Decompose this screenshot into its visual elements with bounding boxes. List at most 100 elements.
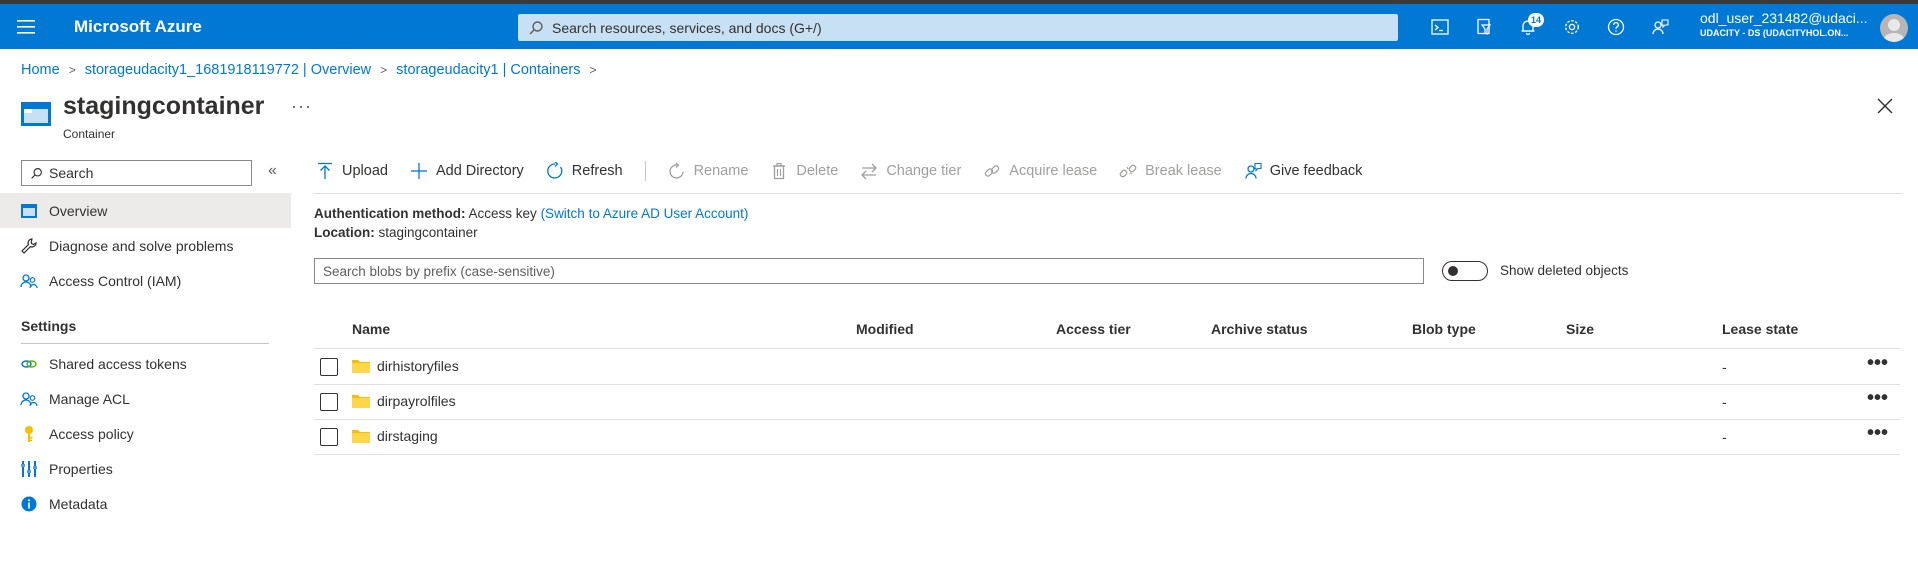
chevron-right-icon: > xyxy=(380,63,388,77)
upload-button[interactable]: Upload xyxy=(316,162,388,180)
give-feedback-button[interactable]: Give feedback xyxy=(1244,162,1362,180)
column-header-blob-type[interactable]: Blob type xyxy=(1412,321,1476,337)
directory-filter-button[interactable] xyxy=(1462,4,1506,49)
top-icon-group: 14 xyxy=(1418,4,1682,49)
row-more-button[interactable]: ••• xyxy=(1867,387,1888,410)
table-row[interactable]: dirhistoryfiles - ••• xyxy=(314,349,1900,384)
row-checkbox[interactable] xyxy=(320,358,338,376)
row-more-button[interactable]: ••• xyxy=(1867,352,1888,375)
break-lease-button[interactable]: Break lease xyxy=(1119,162,1222,180)
upload-icon xyxy=(318,162,332,179)
acquire-lease-label: Acquire lease xyxy=(1009,163,1098,179)
people-icon xyxy=(20,272,38,290)
sidebar-item-diagnose[interactable]: Diagnose and solve problems xyxy=(0,228,291,263)
upload-label: Upload xyxy=(342,163,388,179)
sidebar-item-label: Access policy xyxy=(49,425,134,442)
refresh-label: Refresh xyxy=(571,163,623,179)
broken-link-icon xyxy=(1119,164,1137,178)
sidebar-item-label: Manage ACL xyxy=(49,390,130,407)
sidebar-item-overview[interactable]: Overview xyxy=(0,193,291,228)
sidebar-item-iam[interactable]: Access Control (IAM) xyxy=(0,263,291,298)
collapse-menu-button[interactable]: « xyxy=(268,162,277,180)
row-checkbox[interactable] xyxy=(320,393,338,411)
lease-state-value: - xyxy=(1722,359,1727,375)
trash-icon xyxy=(773,162,786,180)
sidebar-item-manage-acl[interactable]: Manage ACL xyxy=(0,381,291,416)
more-actions-button[interactable]: ··· xyxy=(291,96,312,117)
folder-name[interactable]: dirstaging xyxy=(377,428,438,444)
column-header-size[interactable]: Size xyxy=(1566,321,1594,337)
properties-icon xyxy=(20,460,38,478)
command-bar: Upload Add Directory Refresh Rename Dele… xyxy=(316,159,1384,183)
folder-name[interactable]: dirpayrolfiles xyxy=(377,393,456,409)
column-header-archive-status[interactable]: Archive status xyxy=(1211,321,1307,337)
close-icon[interactable] xyxy=(1876,97,1894,115)
page-header: stagingcontainer Container ··· xyxy=(21,90,1901,141)
row-checkbox[interactable] xyxy=(320,428,338,446)
refresh-button[interactable]: Refresh xyxy=(546,162,623,180)
acquire-lease-button[interactable]: Acquire lease xyxy=(983,162,1097,180)
feedback-button[interactable] xyxy=(1638,4,1682,49)
delete-button[interactable]: Delete xyxy=(770,162,838,180)
location-label: Location: xyxy=(314,225,375,240)
settings-button[interactable] xyxy=(1550,4,1594,49)
global-search-input[interactable]: Search resources, services, and docs (G+… xyxy=(518,14,1398,41)
column-header-access-tier[interactable]: Access tier xyxy=(1056,321,1131,337)
sidebar-item-label: Properties xyxy=(49,460,113,477)
rename-button[interactable]: Rename xyxy=(668,162,748,180)
hamburger-icon xyxy=(17,19,35,34)
add-directory-label: Add Directory xyxy=(435,163,524,179)
table-row[interactable]: dirstaging - ••• xyxy=(314,419,1900,454)
settings-divider xyxy=(21,343,269,344)
swap-arrows-icon xyxy=(861,163,878,180)
refresh-icon xyxy=(546,162,563,179)
blob-prefix-search-input[interactable]: Search blobs by prefix (case-sensitive) xyxy=(314,258,1424,284)
column-header-lease-state[interactable]: Lease state xyxy=(1722,321,1798,337)
row-divider xyxy=(314,454,1900,455)
search-icon xyxy=(31,167,42,179)
breadcrumb-storage-overview[interactable]: storageudacity1_1681918119772 | Overview xyxy=(85,62,371,78)
sidebar-item-properties[interactable]: Properties xyxy=(0,451,291,486)
terminal-icon xyxy=(1431,18,1449,35)
sidebar-item-shared-access-tokens[interactable]: Shared access tokens xyxy=(0,346,291,381)
container-icon xyxy=(21,102,51,126)
avatar[interactable] xyxy=(1880,14,1908,42)
breadcrumb: Home > storageudacity1_1681918119772 | O… xyxy=(21,62,606,78)
change-tier-button[interactable]: Change tier xyxy=(860,162,961,180)
portal-menu-button[interactable] xyxy=(0,4,52,49)
sidebar-item-metadata[interactable]: Metadata xyxy=(0,486,291,521)
show-deleted-toggle[interactable] xyxy=(1442,261,1488,281)
account-menu[interactable]: odl_user_231482@udaci... UDACITY - DS (U… xyxy=(1700,10,1875,38)
menu-search-input[interactable]: Search xyxy=(21,160,252,186)
page-title: stagingcontainer xyxy=(63,92,265,120)
chevron-right-icon: > xyxy=(68,63,76,77)
help-button[interactable] xyxy=(1594,4,1638,49)
settings-heading: Settings xyxy=(21,318,77,334)
breadcrumb-home[interactable]: Home xyxy=(21,62,60,78)
info-icon xyxy=(20,495,38,513)
folder-icon xyxy=(352,395,370,408)
page-subtitle: Container xyxy=(63,127,116,141)
notifications-button[interactable]: 14 xyxy=(1506,4,1550,49)
key-icon xyxy=(20,425,38,443)
add-directory-button[interactable]: Add Directory xyxy=(410,162,524,180)
plus-icon xyxy=(410,163,427,179)
people-icon xyxy=(20,390,38,408)
search-icon xyxy=(529,20,543,34)
table-row[interactable]: dirpayrolfiles - ••• xyxy=(314,384,1900,419)
sidebar-item-label: Access Control (IAM) xyxy=(49,272,182,289)
column-header-modified[interactable]: Modified xyxy=(856,321,914,337)
link-icon xyxy=(985,165,1000,177)
cloud-shell-button[interactable] xyxy=(1418,4,1462,49)
blob-search-placeholder: Search blobs by prefix (case-sensitive) xyxy=(323,263,555,279)
account-directory: UDACITY - DS (UDACITYHOL.ON... xyxy=(1700,28,1849,38)
row-more-button[interactable]: ••• xyxy=(1867,422,1888,445)
breadcrumb-containers[interactable]: storageudacity1 | Containers xyxy=(396,62,580,78)
auth-method-label: Authentication method: xyxy=(314,206,466,221)
switch-auth-link[interactable]: (Switch to Azure AD User Account) xyxy=(541,206,749,221)
sidebar-item-access-policy[interactable]: Access policy xyxy=(0,416,291,451)
column-header-name[interactable]: Name xyxy=(352,321,390,337)
folder-name[interactable]: dirhistoryfiles xyxy=(377,358,459,374)
lease-state-value: - xyxy=(1722,429,1727,445)
brand-link[interactable]: Microsoft Azure xyxy=(74,17,424,37)
